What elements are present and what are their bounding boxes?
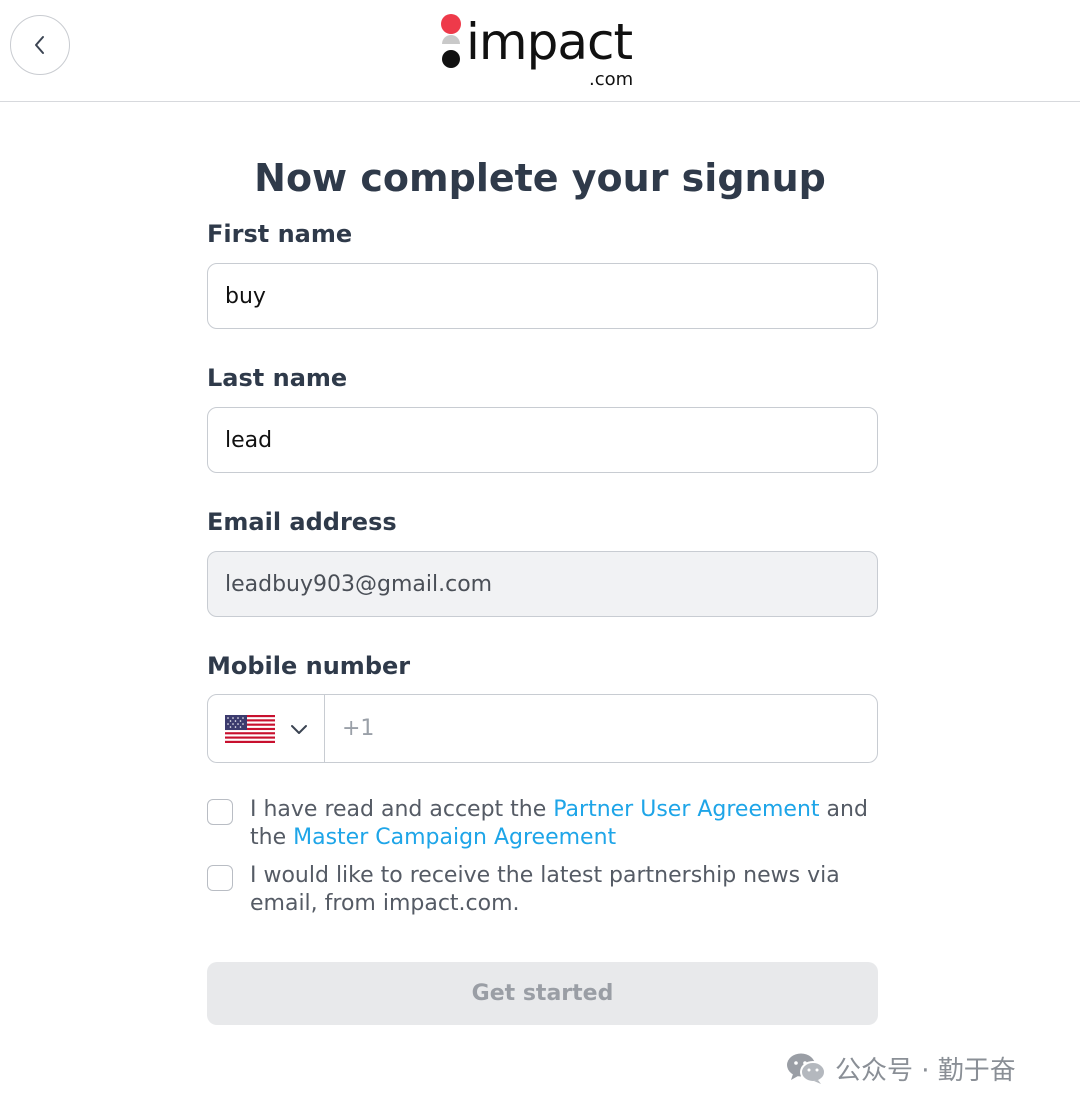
us-flag-icon: [225, 714, 275, 743]
page-title: Now complete your signup: [254, 156, 826, 200]
mobile-number-group: [207, 694, 878, 763]
partner-user-agreement-link[interactable]: Partner User Agreement: [553, 797, 819, 822]
chevron-down-icon: [291, 724, 307, 734]
logo-domain: .com: [589, 69, 634, 90]
get-started-button[interactable]: Get started: [207, 962, 878, 1025]
signup-page: impact .com Now complete your signup Fir…: [0, 0, 1080, 1111]
first-name-label: First name: [207, 220, 353, 248]
chevron-left-icon: [35, 36, 44, 54]
first-name-field[interactable]: [207, 263, 878, 329]
header: impact .com: [0, 0, 1080, 102]
terms-checkbox[interactable]: [207, 799, 233, 825]
terms-consent-text: I have read and accept the Partner User …: [250, 796, 880, 852]
terms-prefix-text: I have read and accept the: [250, 797, 554, 822]
last-name-field[interactable]: [207, 407, 878, 473]
back-button[interactable]: [10, 15, 70, 75]
email-field: [207, 551, 878, 617]
country-code-select[interactable]: [208, 695, 325, 762]
wechat-icon: [787, 1053, 826, 1084]
watermark: 公众号 · 勤于奋: [785, 1048, 1016, 1088]
email-label: Email address: [207, 508, 397, 536]
watermark-text: 公众号 · 勤于奋: [835, 1055, 1016, 1086]
master-campaign-agreement-link[interactable]: Master Campaign Agreement: [293, 825, 616, 850]
mobile-label: Mobile number: [207, 652, 411, 680]
impact-logo: impact .com: [440, 13, 650, 90]
last-name-label: Last name: [207, 364, 348, 392]
newsletter-consent-text: I would like to receive the latest partn…: [250, 863, 840, 916]
mobile-number-input[interactable]: [325, 695, 877, 762]
logo-wordmark: impact: [466, 13, 633, 71]
newsletter-checkbox[interactable]: [207, 865, 233, 891]
logo-dots-icon: [441, 14, 461, 68]
